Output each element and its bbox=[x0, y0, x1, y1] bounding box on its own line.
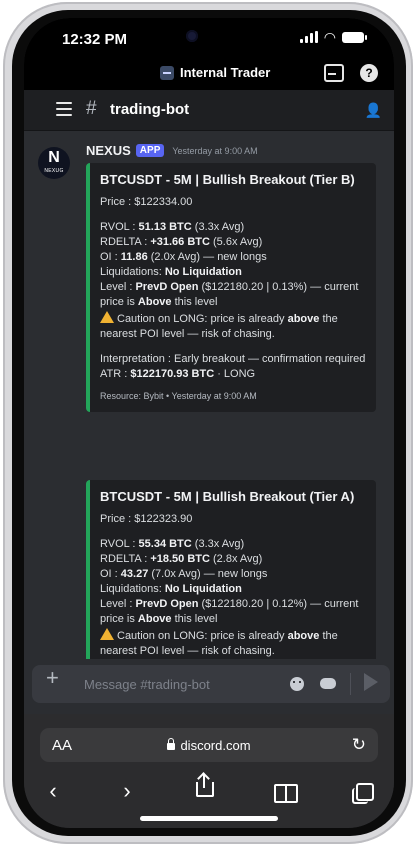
embed-interpretation: Interpretation : Early breakout — confir… bbox=[100, 353, 366, 365]
channel-name[interactable]: trading-bot bbox=[110, 101, 189, 118]
embed-caution: Caution on LONG: price is already above … bbox=[100, 311, 338, 340]
embed-level: Level : PrevD Open ($122180.20 | 0.13%) … bbox=[100, 281, 359, 308]
signal-icon bbox=[299, 31, 318, 43]
embed-price: Price : $122323.90 bbox=[100, 513, 193, 525]
channel-hash-icon: # bbox=[86, 98, 97, 119]
embed-oi: OI : 11.86 (2.0x Avg) — new longs bbox=[100, 251, 267, 263]
embed-liquidations: Liquidations: No Liquidation bbox=[100, 266, 242, 278]
camera-icon bbox=[186, 30, 198, 42]
embed-rdelta: RDELTA : +31.66 BTC (5.6x Avg) bbox=[100, 236, 263, 248]
status-time: 12:32 PM bbox=[62, 31, 128, 48]
browser-nav: ‹ › bbox=[24, 774, 394, 808]
embed-caution: Caution on LONG: price is already above … bbox=[100, 628, 338, 657]
divider bbox=[350, 673, 351, 695]
message-header: NEXUS APP Yesterday at 9:00 AM bbox=[86, 143, 258, 158]
embed-atr: ATR : $122170.93 BTC · LONG bbox=[100, 368, 256, 380]
avatar-subtext: NEXUG bbox=[44, 168, 64, 174]
message-input[interactable]: Message #trading-bot bbox=[84, 677, 210, 692]
embed-price: Price : $122334.00 bbox=[100, 196, 193, 208]
dynamic-island bbox=[128, 22, 288, 56]
embed-liquidations: Liquidations: No Liquidation bbox=[100, 583, 242, 595]
share-icon[interactable] bbox=[196, 774, 214, 797]
gamepad-icon[interactable] bbox=[320, 678, 336, 689]
url-text: discord.com bbox=[180, 738, 251, 753]
browser-toolbar: AA discord.com ↻ ‹ › bbox=[24, 714, 394, 828]
alert-embed: BTCUSDT - 5M | Bullish Breakout (Tier A)… bbox=[86, 480, 376, 659]
server-title[interactable]: Internal Trader bbox=[160, 65, 270, 80]
warning-icon bbox=[100, 311, 114, 323]
emoji-icon[interactable] bbox=[290, 677, 304, 691]
members-icon[interactable]: 👤 bbox=[365, 102, 382, 119]
server-icon bbox=[160, 65, 174, 80]
avatar-letter: N bbox=[48, 149, 60, 166]
menu-icon[interactable] bbox=[56, 102, 72, 116]
embed-title: BTCUSDT - 5M | Bullish Breakout (Tier A) bbox=[100, 489, 355, 504]
inbox-icon[interactable] bbox=[324, 64, 344, 82]
embed-rvol: RVOL : 51.13 BTC (3.3x Avg) bbox=[100, 221, 245, 233]
app-badge: APP bbox=[135, 144, 165, 157]
embed-rdelta: RDELTA : +18.50 BTC (2.8x Avg) bbox=[100, 553, 263, 565]
wifi-icon: ◠ bbox=[323, 29, 336, 45]
address-bar[interactable]: AA discord.com ↻ bbox=[40, 728, 378, 762]
message-timestamp: Yesterday at 9:00 AM bbox=[172, 145, 258, 156]
embed-rvol: RVOL : 55.34 BTC (3.3x Avg) bbox=[100, 538, 245, 550]
battery-icon bbox=[342, 31, 367, 43]
back-icon[interactable]: ‹ bbox=[38, 778, 68, 804]
phone-screen: 12:32 PM ◠ Internal Trader ? # trading-b… bbox=[24, 18, 394, 828]
lock-icon bbox=[167, 738, 176, 750]
message-composer: + Message #trading-bot bbox=[24, 659, 394, 714]
warning-icon bbox=[100, 628, 114, 640]
url-display[interactable]: discord.com bbox=[40, 738, 378, 753]
server-bar: Internal Trader ? bbox=[24, 58, 394, 90]
tabs-icon[interactable] bbox=[352, 783, 374, 804]
embed-title: BTCUSDT - 5M | Bullish Breakout (Tier B) bbox=[100, 172, 355, 187]
home-indicator[interactable] bbox=[140, 816, 278, 821]
plus-icon[interactable]: + bbox=[46, 665, 59, 691]
status-icons: ◠ bbox=[299, 29, 367, 45]
reload-icon[interactable]: ↻ bbox=[352, 735, 366, 755]
embed-oi: OI : 43.27 (7.0x Avg) — new longs bbox=[100, 568, 268, 580]
avatar[interactable]: N NEXUG bbox=[38, 147, 70, 179]
embed-footer: Resource: Bybit • Yesterday at 9:00 AM bbox=[100, 391, 257, 401]
send-icon[interactable] bbox=[364, 673, 378, 691]
author-name[interactable]: NEXUS bbox=[86, 143, 131, 158]
forward-icon[interactable]: › bbox=[112, 778, 142, 804]
message-list[interactable]: N NEXUG NEXUS APP Yesterday at 9:00 AM B… bbox=[24, 131, 394, 659]
channel-header: # trading-bot 👤 bbox=[24, 90, 394, 131]
embed-level: Level : PrevD Open ($122180.20 | 0.12%) … bbox=[100, 598, 359, 625]
server-name: Internal Trader bbox=[180, 65, 271, 80]
help-icon[interactable]: ? bbox=[360, 64, 378, 82]
bookmarks-icon[interactable] bbox=[274, 784, 298, 803]
alert-embed: BTCUSDT - 5M | Bullish Breakout (Tier B)… bbox=[86, 163, 376, 412]
